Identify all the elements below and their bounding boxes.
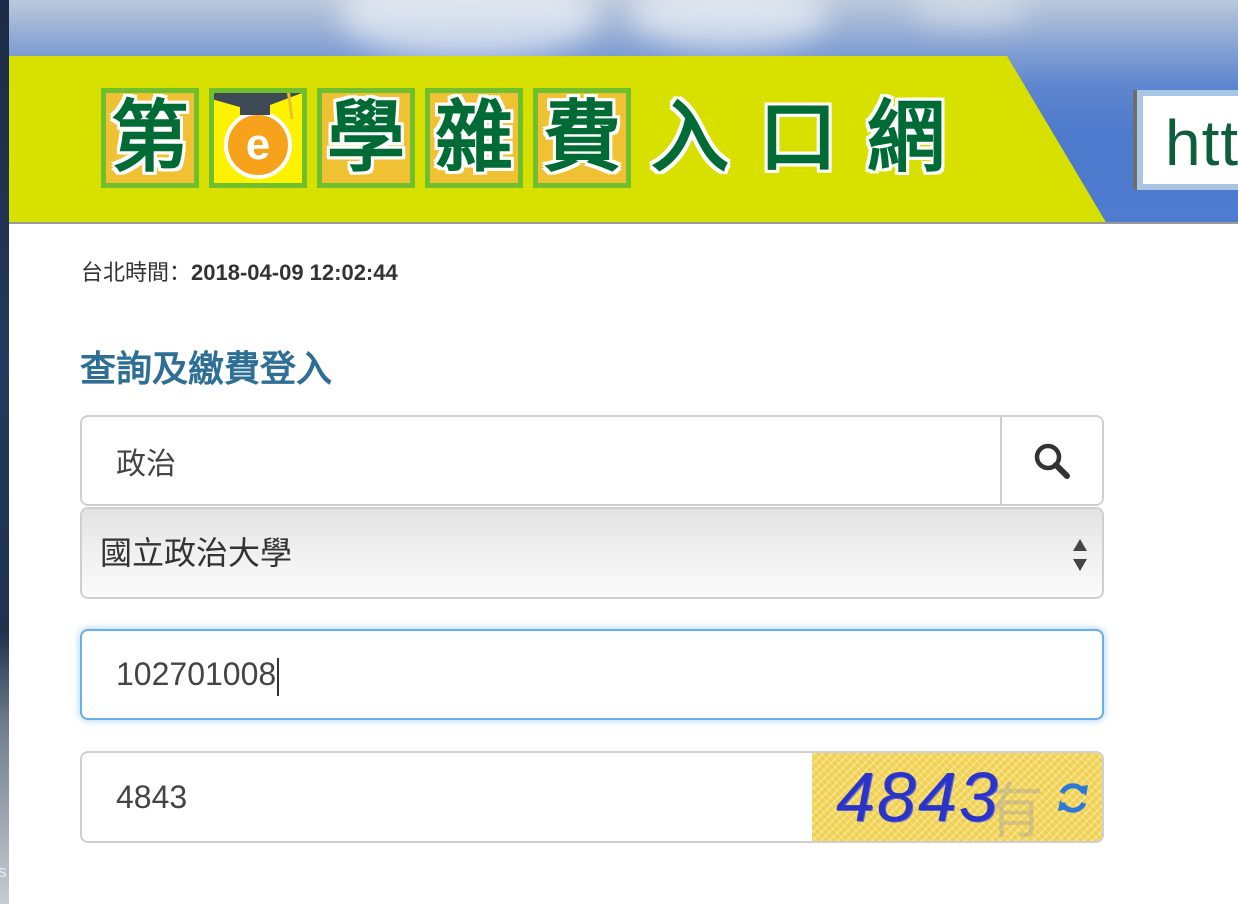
logo-e-letter: e bbox=[246, 120, 270, 169]
logo-e-tile: e bbox=[209, 88, 307, 188]
captcha-image: 有 4843 bbox=[812, 753, 1102, 841]
captcha-image-text: 4843 bbox=[836, 758, 1000, 836]
time-label: 台北時間： bbox=[81, 260, 192, 285]
school-select-value: 國立政治大學 bbox=[100, 534, 293, 572]
time-value: 2018-04-09 12:02:44 bbox=[191, 260, 398, 285]
site-url-text: htt bbox=[1165, 107, 1238, 179]
header-divider bbox=[9, 222, 1238, 224]
logo-tile-1: 第 bbox=[101, 88, 199, 188]
school-select[interactable]: 國立政治大學 bbox=[80, 507, 1104, 599]
logo-char-6: 入 bbox=[650, 93, 729, 183]
search-icon bbox=[1034, 443, 1070, 479]
logo-char-8: 網 bbox=[866, 93, 945, 183]
refresh-icon[interactable] bbox=[1054, 779, 1092, 817]
text-caret bbox=[277, 657, 280, 696]
captcha-input-value: 4843 bbox=[116, 779, 188, 815]
logo-char-7: 口 bbox=[758, 93, 837, 183]
school-search-input[interactable] bbox=[82, 417, 1002, 504]
site-logo[interactable]: 第 e 學 雜 費 入 口 網 bbox=[101, 86, 965, 190]
site-header: 第 e 學 雜 費 入 口 網 htt bbox=[9, 0, 1238, 224]
taipei-time: 台北時間：2018-04-09 12:02:44 bbox=[81, 258, 398, 288]
logo-tile-4: 雜 bbox=[425, 88, 523, 188]
school-search-button[interactable] bbox=[1000, 417, 1102, 504]
page: s 第 e 學 雜 費 入 口 網 htt 台北時間：2018-04-09 12… bbox=[0, 0, 1238, 904]
desktop-edge-text: s bbox=[0, 862, 7, 881]
captcha-input[interactable]: 4843 有 4843 bbox=[80, 751, 1104, 843]
desktop-background-edge: s bbox=[0, 0, 9, 904]
site-url-box: htt bbox=[1137, 90, 1238, 190]
logo-tile-3: 學 bbox=[317, 88, 415, 188]
login-title: 查詢及繳費登入 bbox=[80, 349, 333, 390]
student-id-input[interactable]: 102701008 bbox=[80, 629, 1104, 720]
graduation-cap-icon: e bbox=[214, 93, 302, 179]
school-search-group bbox=[80, 415, 1104, 506]
logo-tile-5: 費 bbox=[533, 88, 631, 188]
select-updown-icon bbox=[1073, 539, 1087, 571]
student-id-value: 102701008 bbox=[116, 631, 280, 718]
